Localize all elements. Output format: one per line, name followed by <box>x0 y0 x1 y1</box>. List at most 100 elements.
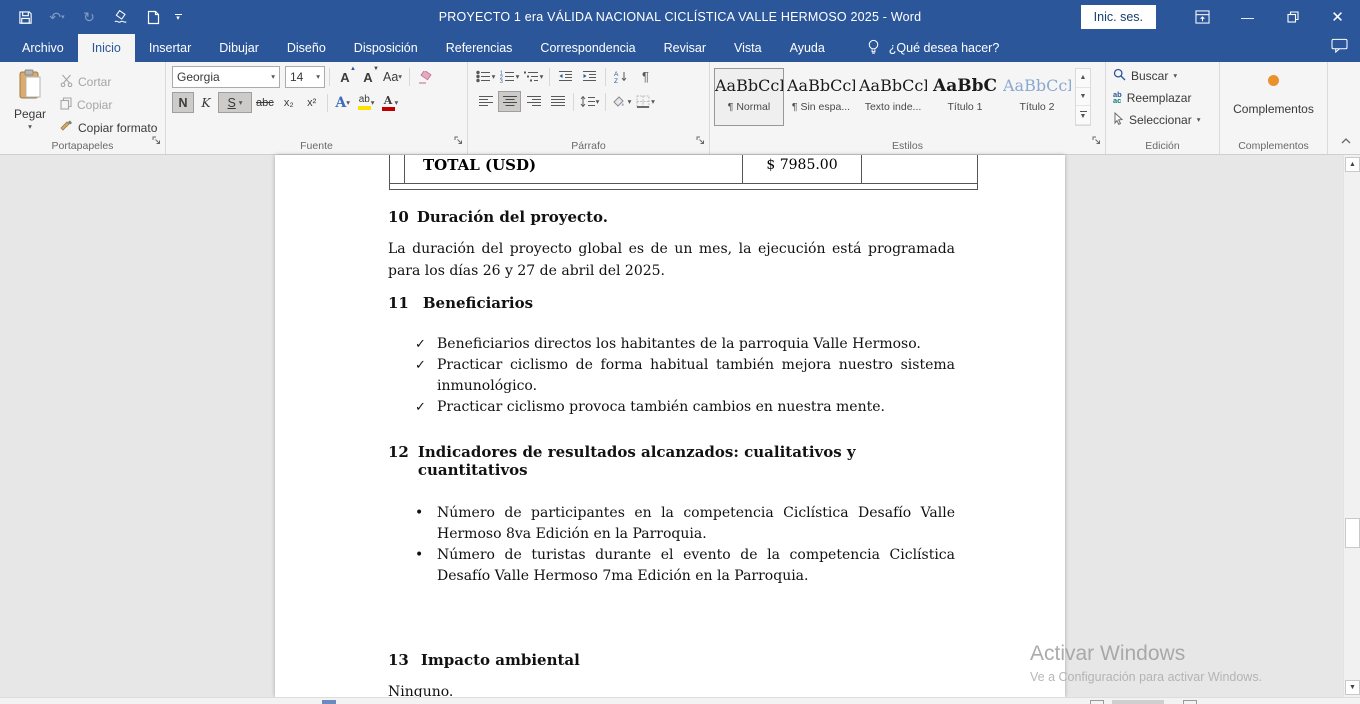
text-effects-button[interactable]: A▾ <box>332 92 354 113</box>
bullets-button[interactable]: ▾ <box>474 66 497 87</box>
document-page[interactable]: TOTAL (USD) $ 7985.00 10 Duración del pr… <box>275 155 1065 697</box>
superscript-button[interactable]: x² <box>301 92 323 113</box>
styles-scroll-down-icon[interactable]: ▼ <box>1076 88 1090 107</box>
change-case-button[interactable]: Aa▾ <box>380 67 405 88</box>
shading-button[interactable]: ▾ <box>610 91 633 112</box>
chevron-down-icon: ▾ <box>596 98 600 106</box>
bold-button[interactable]: N <box>172 92 194 113</box>
font-size-value: 14 <box>290 70 303 84</box>
numbering-button[interactable]: 123 ▾ <box>498 66 521 87</box>
select-button[interactable]: Seleccionar ▾ <box>1113 109 1216 131</box>
highlight-color-button[interactable]: ab ▾ <box>355 92 378 113</box>
decrease-indent-button[interactable] <box>554 66 577 87</box>
group-label-edicion: Edición <box>1106 140 1219 152</box>
clear-formatting-button[interactable] <box>414 67 436 88</box>
ribbon-tab-row: Archivo Inicio Insertar Dibujar Diseño D… <box>0 34 1360 62</box>
customize-quick-access-icon[interactable]: ▾ <box>170 4 186 30</box>
tab-dibujar[interactable]: Dibujar <box>205 34 273 62</box>
collapse-ribbon-icon[interactable] <box>1340 132 1352 150</box>
addins-button[interactable]: Complementos <box>1233 102 1314 116</box>
shrink-font-button[interactable]: A▼ <box>357 67 379 88</box>
font-family-select[interactable]: Georgia ▾ <box>172 66 280 88</box>
tab-inicio[interactable]: Inicio <box>78 34 135 62</box>
tab-referencias[interactable]: Referencias <box>432 34 527 62</box>
line-spacing-button[interactable]: ▾ <box>578 91 601 112</box>
style-sample: AaBbC <box>931 74 999 98</box>
svg-text:3: 3 <box>500 79 503 83</box>
ribbon-display-options-icon[interactable] <box>1180 0 1225 34</box>
subscript-button[interactable]: x₂ <box>278 92 300 113</box>
undo-icon[interactable]: ↶▾ <box>42 4 72 30</box>
table-row: TOTAL (USD) $ 7985.00 <box>390 155 978 184</box>
save-icon[interactable] <box>10 4 40 30</box>
minimize-button[interactable]: — <box>1225 0 1270 34</box>
italic-button[interactable]: K <box>195 92 217 113</box>
document-table: TOTAL (USD) $ 7985.00 <box>389 155 978 190</box>
replace-button[interactable]: abac Reemplazar <box>1113 87 1216 109</box>
style-titulo-2[interactable]: AaBbCcD Título 2 <box>1002 68 1072 126</box>
find-button[interactable]: Buscar ▾ <box>1113 65 1216 87</box>
styles-more-icon[interactable]: ▼ <box>1076 106 1090 125</box>
style-name: Título 1 <box>931 101 999 113</box>
font-color-button[interactable]: A ▾ <box>379 92 402 113</box>
style-texto-independiente[interactable]: AaBbCcD Texto inde... <box>858 68 928 126</box>
close-button[interactable]: ✕ <box>1315 0 1360 34</box>
tab-archivo[interactable]: Archivo <box>8 34 78 62</box>
redo-icon[interactable]: ↻ <box>74 4 104 30</box>
font-family-value: Georgia <box>177 70 220 84</box>
chevron-down-icon: ▾ <box>346 99 350 107</box>
align-center-button[interactable] <box>498 91 521 112</box>
chevron-down-icon: ▾ <box>28 123 32 131</box>
list-item: • Número de participantes en la competen… <box>388 503 955 545</box>
feedback-icon[interactable] <box>1331 38 1348 58</box>
vertical-scrollbar[interactable]: ▲ ▼ <box>1343 155 1360 697</box>
tab-insertar[interactable]: Insertar <box>135 34 205 62</box>
tab-vista[interactable]: Vista <box>720 34 776 62</box>
align-right-button[interactable] <box>522 91 545 112</box>
align-left-button[interactable] <box>474 91 497 112</box>
new-document-icon[interactable] <box>138 4 168 30</box>
underline-button[interactable]: S ▾ <box>218 92 252 113</box>
bullet-icon: • <box>415 503 437 545</box>
sort-button[interactable]: AZ <box>610 66 633 87</box>
tab-revisar[interactable]: Revisar <box>650 34 720 62</box>
style-sin-espaciado[interactable]: AaBbCcD ¶ Sin espa... <box>786 68 856 126</box>
paste-label: Pegar <box>14 107 46 121</box>
paste-button[interactable]: Pegar ▾ <box>3 65 57 137</box>
check-list: ✓ Beneficiarios directos los habitantes … <box>388 334 955 418</box>
change-case-label: Aa <box>383 70 398 84</box>
group-label-portapapeles: Portapapeles <box>0 140 165 152</box>
grow-font-button[interactable]: A▲ <box>334 67 356 88</box>
chevron-down-icon: ▾ <box>516 73 520 81</box>
heading-title: Duración del proyecto. <box>417 208 608 226</box>
scroll-down-icon[interactable]: ▼ <box>1345 680 1360 695</box>
copy-button[interactable]: Copiar <box>57 94 160 115</box>
multilevel-list-button[interactable]: ▾ <box>522 66 545 87</box>
font-size-select[interactable]: 14 ▾ <box>285 66 325 88</box>
tell-me-box[interactable]: ¿Qué desea hacer? <box>867 34 1000 62</box>
clipboard-icon <box>17 69 44 105</box>
justify-button[interactable] <box>546 91 569 112</box>
list-item: ✓ Beneficiarios directos los habitantes … <box>388 334 955 355</box>
format-painter-button[interactable]: Copiar formato <box>57 117 160 138</box>
tab-correspondencia[interactable]: Correspondencia <box>526 34 649 62</box>
style-normal[interactable]: AaBbCcD ¶ Normal <box>714 68 784 126</box>
shrink-font-label: A <box>363 70 372 85</box>
style-titulo-1[interactable]: AaBbC Título 1 <box>930 68 1000 126</box>
scroll-up-icon[interactable]: ▲ <box>1345 157 1360 172</box>
sign-in-button[interactable]: Inic. ses. <box>1081 5 1156 29</box>
group-label-complementos: Complementos <box>1220 140 1327 152</box>
strikethrough-button[interactable]: abc <box>253 92 277 113</box>
increase-indent-button[interactable] <box>578 66 601 87</box>
ink-eraser-icon[interactable] <box>106 4 136 30</box>
scrollbar-thumb[interactable] <box>1345 518 1360 548</box>
tab-diseno[interactable]: Diseño <box>273 34 340 62</box>
styles-scroll-up-icon[interactable]: ▲ <box>1076 69 1090 88</box>
taskbar-icon-sliver <box>1090 700 1104 704</box>
borders-button[interactable]: ▾ <box>634 91 657 112</box>
tab-ayuda[interactable]: Ayuda <box>776 34 839 62</box>
restore-button[interactable] <box>1270 0 1315 34</box>
show-marks-button[interactable]: ¶ <box>634 66 657 87</box>
tab-disposicion[interactable]: Disposición <box>340 34 432 62</box>
cut-button[interactable]: Cortar <box>57 71 160 92</box>
